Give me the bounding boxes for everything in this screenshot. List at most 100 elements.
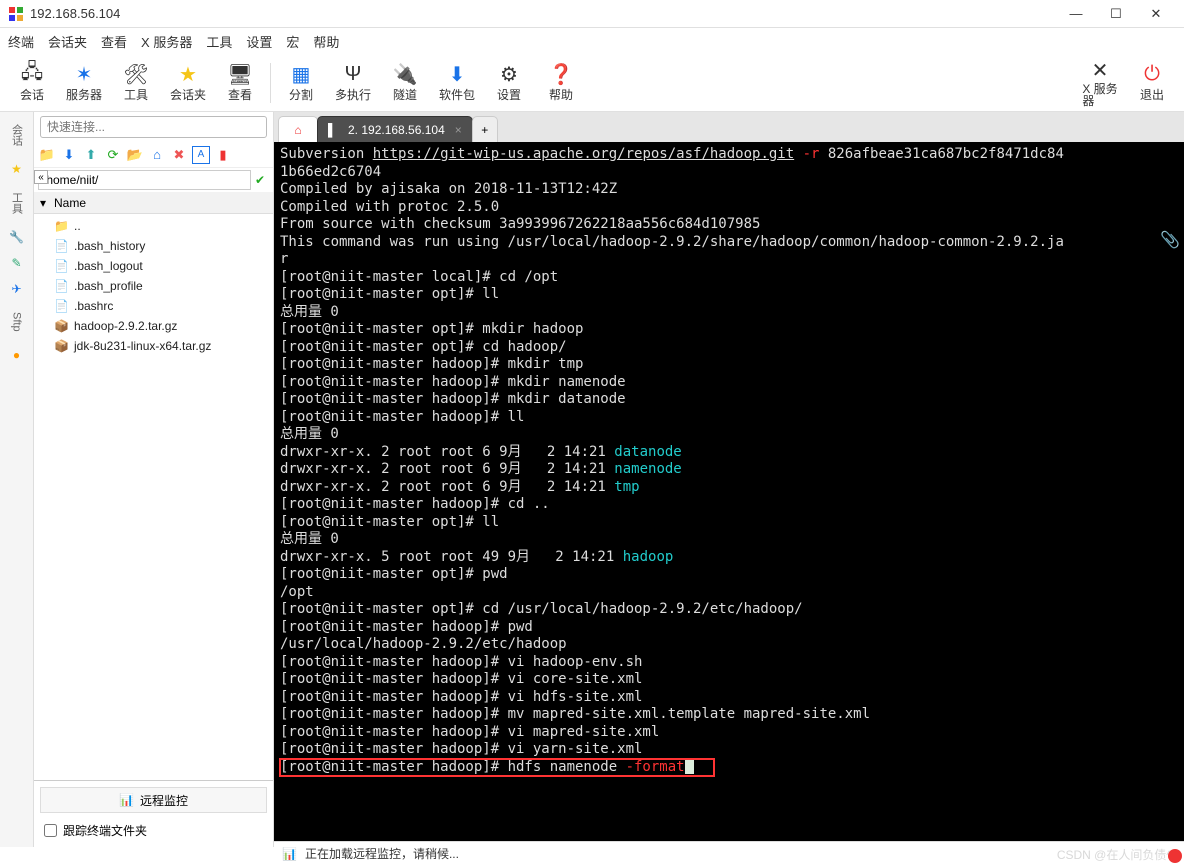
- main-toolbar: 🖧会话 ✶服务器 🛠工具 ★会话夹 🖥查看 ▦分割 Ψ多执行 🔌隧道 ⬇软件包 …: [0, 54, 1184, 112]
- file-icon: 📦: [54, 319, 68, 333]
- tools-button[interactable]: 🛠工具: [110, 57, 162, 109]
- split-icon: ▦: [292, 62, 311, 86]
- follow-checkbox-input[interactable]: [44, 824, 57, 837]
- window-title: 192.168.56.104: [30, 6, 1056, 21]
- maximize-button[interactable]: ☐: [1096, 0, 1136, 28]
- attachment-icon[interactable]: 📎: [1160, 230, 1180, 250]
- toolbar-separator: [270, 63, 271, 103]
- split-button[interactable]: ▦分割: [275, 57, 327, 109]
- upload-icon[interactable]: ⬆: [82, 146, 100, 164]
- delete-icon[interactable]: ✖: [170, 146, 188, 164]
- file-name: jdk-8u231-linux-x64.tar.gz: [74, 339, 211, 353]
- menu-help[interactable]: 帮助: [313, 32, 339, 51]
- menu-sessions[interactable]: 会话夹: [48, 32, 87, 51]
- file-icon: 📄: [54, 279, 68, 293]
- download-icon: ⬇: [449, 62, 466, 86]
- menu-settings[interactable]: 设置: [246, 32, 272, 51]
- server-button[interactable]: ✶服务器: [58, 57, 110, 109]
- file-row[interactable]: 📦 hadoop-2.9.2.tar.gz: [34, 316, 273, 336]
- tunnel-icon: 🔌: [393, 62, 418, 86]
- sftp-panel: « 📁 ⬇ ⬆ ⟳ 📂 ⌂ ✖ A ▮ ✔ ▾ Name 📁..📄.bash_h…: [34, 112, 274, 847]
- monitor-icon: 📊: [119, 793, 134, 807]
- sort-arrow-icon: ▾: [40, 196, 54, 210]
- letter-icon[interactable]: A: [192, 146, 210, 164]
- column-name[interactable]: Name: [54, 196, 86, 210]
- help-icon: ❓: [549, 62, 574, 86]
- folder-icon[interactable]: 📁: [38, 146, 56, 164]
- file-toolbar: 📁 ⬇ ⬆ ⟳ 📂 ⌂ ✖ A ▮: [34, 142, 273, 168]
- new-tab-button[interactable]: +: [472, 116, 498, 142]
- settings-button[interactable]: ⚙设置: [483, 57, 535, 109]
- menu-tools[interactable]: 工具: [206, 32, 232, 51]
- file-name: hadoop-2.9.2.tar.gz: [74, 319, 177, 333]
- file-icon: 📄: [54, 299, 68, 313]
- terminal-output[interactable]: Subversion https://git-wip-us.apache.org…: [274, 142, 1184, 847]
- download-icon[interactable]: ⬇: [60, 146, 78, 164]
- multi-exec-button[interactable]: Ψ多执行: [327, 57, 379, 109]
- file-row[interactable]: 📄 .bashrc: [34, 296, 273, 316]
- terminal-tab-active[interactable]: ▌ 2. 192.168.56.104 ×: [317, 116, 473, 142]
- star-icon[interactable]: ★: [8, 160, 26, 178]
- help-button[interactable]: ❓帮助: [535, 57, 587, 109]
- new-folder-icon[interactable]: 📂: [126, 146, 144, 164]
- file-name: .bashrc: [74, 299, 113, 313]
- file-row[interactable]: 📁..: [34, 216, 273, 236]
- file-icon: 📦: [54, 339, 68, 353]
- menu-view[interactable]: 查看: [101, 32, 127, 51]
- file-icon: 📁: [54, 219, 68, 233]
- file-icon: 📄: [54, 259, 68, 273]
- multi-exec-icon: Ψ: [345, 62, 362, 86]
- file-icon: 📄: [54, 239, 68, 253]
- menu-macros[interactable]: 宏: [286, 32, 299, 51]
- vtab-sftp[interactable]: Sftp: [9, 306, 25, 338]
- status-icon: 📊: [282, 847, 297, 861]
- home-icon[interactable]: ⌂: [148, 146, 166, 164]
- xserver-button[interactable]: ✕X 服务 器: [1074, 57, 1126, 109]
- home-tab[interactable]: ⌂: [278, 116, 318, 142]
- view-button[interactable]: 🖥查看: [214, 57, 266, 109]
- collapse-button[interactable]: «: [34, 170, 48, 184]
- refresh-icon[interactable]: ⟳: [104, 146, 122, 164]
- file-name: .bash_profile: [74, 279, 143, 293]
- status-text: 正在加载远程监控，请稍候...: [305, 845, 459, 862]
- terminal-icon: ▌: [328, 123, 342, 137]
- file-row[interactable]: 📄 .bash_profile: [34, 276, 273, 296]
- quick-connect-input[interactable]: [40, 116, 267, 138]
- menu-xserver[interactable]: X 服务器: [141, 32, 192, 51]
- file-list[interactable]: 📁.. 📄 .bash_history 📄 .bash_logout 📄 .bash_pro…: [34, 214, 273, 780]
- file-list-header[interactable]: ▾ Name: [34, 192, 273, 214]
- file-name: .bash_history: [74, 239, 145, 253]
- power-icon: ⏻: [1144, 62, 1160, 86]
- tools-icon: 🛠: [123, 62, 148, 86]
- path-input[interactable]: [38, 170, 251, 190]
- file-row[interactable]: 📄 .bash_logout: [34, 256, 273, 276]
- file-name: .bash_logout: [74, 259, 143, 273]
- close-tab-icon[interactable]: ×: [455, 123, 462, 137]
- exit-button[interactable]: ⏻退出: [1126, 57, 1178, 109]
- circle-icon[interactable]: ●: [8, 346, 26, 364]
- session-button[interactable]: 🖧会话: [6, 57, 58, 109]
- server-icon: ✶: [76, 62, 93, 86]
- tunnel-button[interactable]: 🔌隧道: [379, 57, 431, 109]
- packages-button[interactable]: ⬇软件包: [431, 57, 483, 109]
- remote-monitor-button[interactable]: 📊 远程监控: [40, 787, 267, 813]
- menu-terminal[interactable]: 终端: [8, 32, 34, 51]
- vtab-tools[interactable]: 工具: [7, 186, 27, 220]
- tool-icon[interactable]: 🔧: [8, 228, 26, 246]
- minimize-button[interactable]: —: [1056, 0, 1096, 28]
- sessions-folder-button[interactable]: ★会话夹: [162, 57, 214, 109]
- view-icon: 🖥: [227, 62, 252, 86]
- file-row[interactable]: 📦 jdk-8u231-linux-x64.tar.gz: [34, 336, 273, 356]
- macro-icon[interactable]: ✎: [8, 254, 26, 272]
- vtab-sessions[interactable]: 会话: [7, 118, 27, 152]
- x-icon: ✕: [1092, 59, 1109, 83]
- bookmark-icon[interactable]: ▮: [214, 146, 232, 164]
- file-row[interactable]: 📄 .bash_history: [34, 236, 273, 256]
- tab-bar: ⌂ ▌ 2. 192.168.56.104 × +: [274, 112, 1184, 142]
- close-button[interactable]: ✕: [1136, 0, 1176, 28]
- paper-plane-icon[interactable]: ✈: [8, 280, 26, 298]
- follow-terminal-checkbox[interactable]: 跟踪终端文件夹: [40, 819, 267, 841]
- session-icon: 🖧: [21, 62, 43, 86]
- title-bar: 192.168.56.104 — ☐ ✕: [0, 0, 1184, 28]
- menu-bar: 终端 会话夹 查看 X 服务器 工具 设置 宏 帮助: [0, 28, 1184, 54]
